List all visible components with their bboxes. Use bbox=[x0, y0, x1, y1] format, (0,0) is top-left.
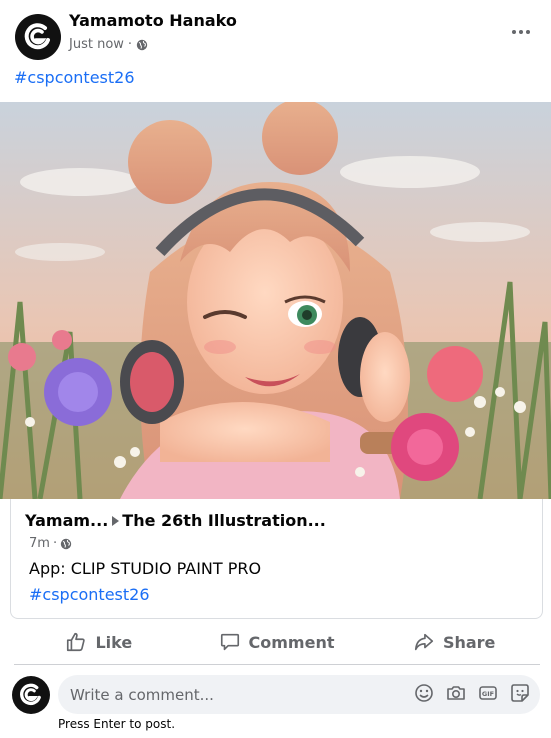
current-user-avatar[interactable] bbox=[12, 676, 50, 714]
shared-time[interactable]: 7m bbox=[29, 536, 50, 551]
shared-post-text: App: CLIP STUDIO PAINT PRO bbox=[29, 559, 262, 578]
ellipsis-icon bbox=[512, 30, 530, 34]
post-meta: Just now · bbox=[69, 37, 148, 52]
like-label: Like bbox=[95, 632, 133, 652]
shared-group-name[interactable]: The 26th Illustration... bbox=[122, 511, 326, 530]
comment-button[interactable]: Comment bbox=[188, 626, 366, 658]
sticker-icon[interactable] bbox=[510, 683, 530, 703]
shared-post-hashtag[interactable]: #cspcontest26 bbox=[29, 585, 150, 604]
triangle-right-icon bbox=[112, 515, 120, 526]
thumbs-up-icon bbox=[67, 632, 86, 652]
post: Yamamoto Hanako Just now · #cspcontest26 bbox=[0, 0, 551, 738]
illustration-artwork bbox=[0, 102, 551, 499]
gif-icon[interactable]: GIF bbox=[478, 683, 498, 703]
author-name[interactable]: Yamamoto Hanako bbox=[69, 11, 237, 30]
post-actions: Like Comment Share bbox=[10, 626, 543, 658]
comment-label: Comment bbox=[248, 632, 335, 652]
comment-bubble-icon bbox=[220, 633, 239, 651]
more-options-button[interactable] bbox=[509, 20, 533, 44]
post-image[interactable] bbox=[0, 102, 551, 499]
share-button[interactable]: Share bbox=[365, 626, 543, 658]
emoji-icon[interactable] bbox=[414, 683, 434, 703]
clip-studio-logo-icon bbox=[24, 23, 50, 50]
composer-hint: Press Enter to post. bbox=[58, 717, 176, 731]
shared-post-meta: 7m · bbox=[29, 536, 72, 551]
camera-icon[interactable] bbox=[446, 683, 466, 703]
post-hashtag[interactable]: #cspcontest26 bbox=[14, 68, 135, 87]
composer-icons: GIF bbox=[414, 683, 530, 703]
shared-author[interactable]: Yamam... bbox=[25, 511, 108, 530]
clip-studio-logo-icon bbox=[20, 683, 41, 705]
globe-icon[interactable] bbox=[136, 39, 148, 51]
shared-post-card[interactable]: Yamam... The 26th Illustration... 7m · A… bbox=[10, 499, 543, 619]
like-button[interactable]: Like bbox=[10, 626, 188, 658]
shared-post-title: Yamam... The 26th Illustration... bbox=[25, 511, 326, 530]
divider bbox=[14, 664, 540, 665]
post-timestamp[interactable]: Just now bbox=[69, 37, 124, 52]
comment-box: GIF bbox=[58, 675, 540, 714]
svg-text:GIF: GIF bbox=[482, 690, 494, 698]
globe-icon bbox=[60, 538, 72, 549]
share-arrow-icon bbox=[414, 633, 434, 651]
comment-input[interactable] bbox=[70, 675, 400, 714]
share-label: Share bbox=[442, 632, 496, 652]
author-avatar[interactable] bbox=[15, 14, 61, 60]
